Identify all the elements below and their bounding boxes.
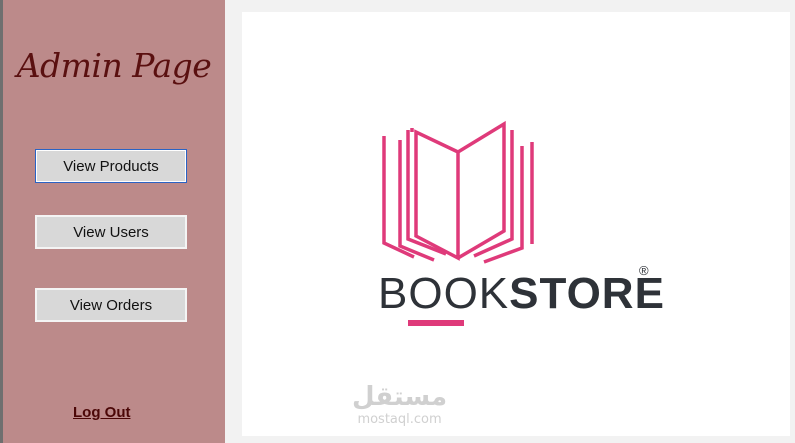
watermark-url: mostaql.com	[357, 412, 442, 427]
sidebar: Admin Page View Products View Users View…	[3, 0, 225, 443]
brand-underline	[408, 320, 464, 326]
logo-panel: BOOKSTORE ® مستقل mostaql.com	[242, 12, 790, 436]
brand-wordmark: BOOKSTORE	[378, 272, 665, 316]
logout-link[interactable]: Log Out	[73, 404, 130, 421]
page-title: Admin Page	[16, 46, 212, 85]
registered-mark: ®	[639, 263, 649, 278]
view-users-button[interactable]: View Users	[35, 215, 187, 249]
watermark: مستقل mostaql.com	[352, 384, 447, 427]
watermark-arabic: مستقل	[352, 382, 448, 412]
view-products-button[interactable]: View Products	[35, 149, 187, 183]
brand-book-text: BOOK	[378, 269, 510, 318]
open-book-icon	[382, 120, 534, 264]
view-orders-button[interactable]: View Orders	[35, 288, 187, 322]
